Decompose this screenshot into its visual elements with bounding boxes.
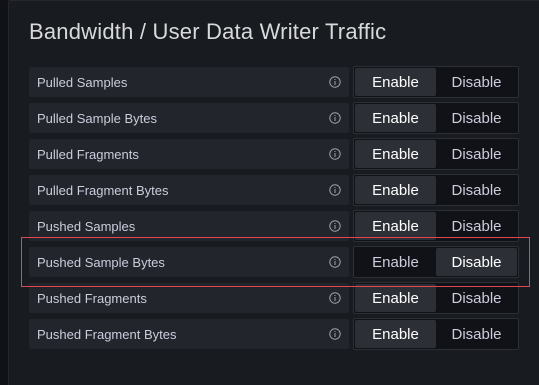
info-icon[interactable] xyxy=(329,256,341,268)
setting-label-box: Pulled Sample Bytes xyxy=(29,103,349,133)
disable-option[interactable]: Disable xyxy=(436,104,517,132)
enable-disable-toggle: Enable Disable xyxy=(353,246,519,278)
setting-row-pulled-fragments: Pulled Fragments Enable Disable xyxy=(29,138,519,170)
disable-option[interactable]: Disable xyxy=(436,68,517,96)
setting-label: Pulled Samples xyxy=(37,75,128,90)
info-icon[interactable] xyxy=(329,112,341,124)
setting-label-box: Pushed Fragment Bytes xyxy=(29,319,349,349)
enable-option[interactable]: Enable xyxy=(355,320,436,348)
info-icon[interactable] xyxy=(329,328,341,340)
enable-option[interactable]: Enable xyxy=(355,284,436,312)
settings-rows: Pulled Samples Enable Disable Pulled Sam… xyxy=(29,66,519,354)
enable-option[interactable]: Enable xyxy=(355,104,436,132)
disable-option[interactable]: Disable xyxy=(436,140,517,168)
info-icon[interactable] xyxy=(329,292,341,304)
enable-disable-toggle: Enable Disable xyxy=(353,174,519,206)
enable-disable-toggle: Enable Disable xyxy=(353,138,519,170)
setting-row-pushed-fragment-bytes: Pushed Fragment Bytes Enable Disable xyxy=(29,318,519,350)
setting-label-box: Pushed Sample Bytes xyxy=(29,247,349,277)
enable-disable-toggle: Enable Disable xyxy=(353,318,519,350)
setting-row-pushed-sample-bytes: Pushed Sample Bytes Enable Disable xyxy=(29,246,519,278)
setting-row-pushed-fragments: Pushed Fragments Enable Disable xyxy=(29,282,519,314)
info-icon[interactable] xyxy=(329,220,341,232)
enable-disable-toggle: Enable Disable xyxy=(353,66,519,98)
setting-label-box: Pulled Samples xyxy=(29,67,349,97)
panel-title: Bandwidth / User Data Writer Traffic xyxy=(29,19,387,44)
setting-label: Pushed Fragments xyxy=(37,291,147,306)
enable-option[interactable]: Enable xyxy=(355,212,436,240)
setting-row-pulled-sample-bytes: Pulled Sample Bytes Enable Disable xyxy=(29,102,519,134)
settings-panel: Bandwidth / User Data Writer Traffic Pul… xyxy=(8,0,539,385)
setting-label: Pulled Fragments xyxy=(37,147,139,162)
enable-disable-toggle: Enable Disable xyxy=(353,210,519,242)
setting-row-pulled-samples: Pulled Samples Enable Disable xyxy=(29,66,519,98)
disable-option[interactable]: Disable xyxy=(436,248,517,276)
info-icon[interactable] xyxy=(329,184,341,196)
enable-option[interactable]: Enable xyxy=(355,176,436,204)
disable-option[interactable]: Disable xyxy=(436,212,517,240)
setting-label: Pulled Fragment Bytes xyxy=(37,183,169,198)
disable-option[interactable]: Disable xyxy=(436,284,517,312)
disable-option[interactable]: Disable xyxy=(436,320,517,348)
enable-disable-toggle: Enable Disable xyxy=(353,282,519,314)
info-icon[interactable] xyxy=(329,148,341,160)
setting-label: Pushed Sample Bytes xyxy=(37,255,165,270)
disable-option[interactable]: Disable xyxy=(436,176,517,204)
setting-label-box: Pushed Samples xyxy=(29,211,349,241)
setting-label-box: Pulled Fragments xyxy=(29,139,349,169)
info-icon[interactable] xyxy=(329,76,341,88)
setting-label-box: Pulled Fragment Bytes xyxy=(29,175,349,205)
setting-row-pushed-samples: Pushed Samples Enable Disable xyxy=(29,210,519,242)
setting-label-box: Pushed Fragments xyxy=(29,283,349,313)
enable-option[interactable]: Enable xyxy=(355,68,436,96)
enable-option[interactable]: Enable xyxy=(355,140,436,168)
enable-disable-toggle: Enable Disable xyxy=(353,102,519,134)
setting-label: Pushed Samples xyxy=(37,219,136,234)
setting-label: Pushed Fragment Bytes xyxy=(37,327,177,342)
setting-label: Pulled Sample Bytes xyxy=(37,111,157,126)
enable-option[interactable]: Enable xyxy=(355,248,436,276)
setting-row-pulled-fragment-bytes: Pulled Fragment Bytes Enable Disable xyxy=(29,174,519,206)
